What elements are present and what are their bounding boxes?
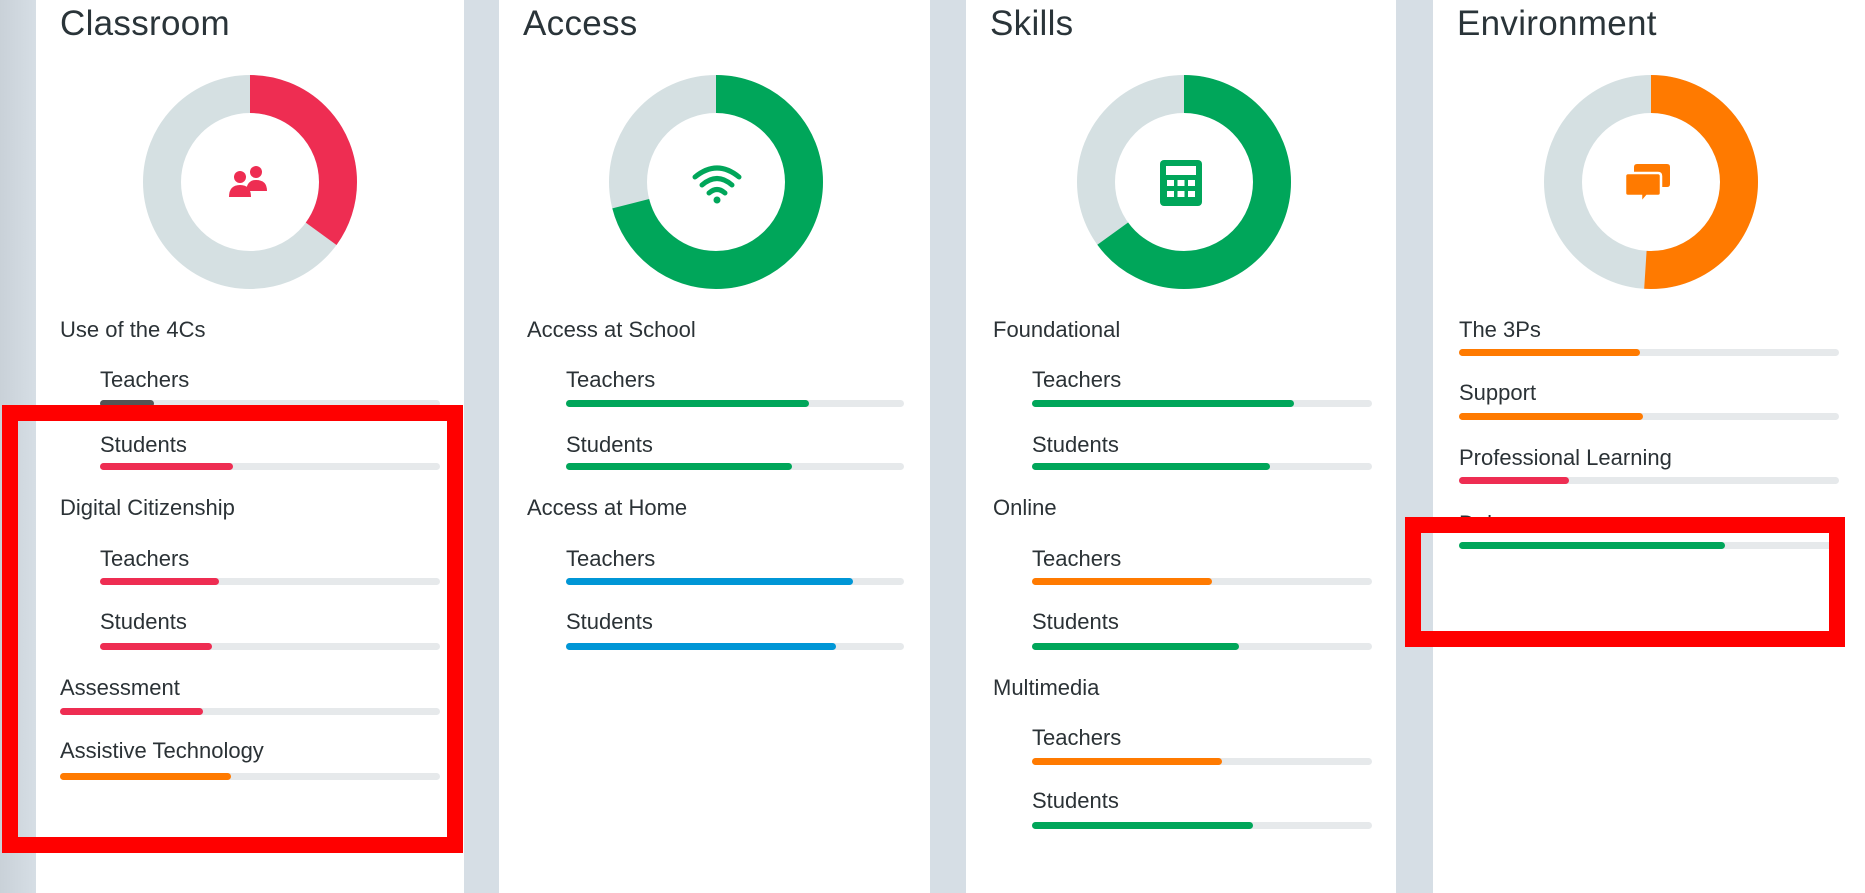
calculator-icon (1160, 160, 1202, 206)
progress-fill (1032, 758, 1223, 765)
metric-label: Professional Learning (1459, 445, 1672, 470)
progress-fill (1032, 643, 1240, 650)
progress-fill (1459, 349, 1640, 356)
chat-icon (1625, 164, 1670, 206)
progress-bar (1459, 413, 1839, 420)
metric-label: Multimedia (993, 675, 1100, 700)
wifi-icon (692, 165, 742, 204)
metric-label: Students (1032, 609, 1119, 634)
progress-fill (1459, 413, 1644, 420)
progress-bar (1032, 463, 1372, 470)
progress-bar (1032, 822, 1372, 829)
metric-label: Teachers (1032, 367, 1122, 392)
panel-title: Classroom (60, 4, 230, 43)
progress-fill (566, 463, 793, 470)
progress-bar (566, 578, 904, 585)
metric-label: Access at Home (527, 495, 688, 520)
metric-label: Support (1459, 380, 1537, 405)
progress-fill (1032, 822, 1253, 829)
progress-fill (1032, 578, 1213, 585)
panel-access: Access Access at School Teachers Student… (499, 0, 930, 893)
people-icon (229, 166, 267, 197)
panel-title: Environment (1457, 4, 1657, 43)
metric-label: Students (1032, 432, 1119, 457)
progress-bar (1032, 578, 1372, 585)
progress-bar (1459, 349, 1839, 356)
metric-label: Foundational (993, 317, 1121, 342)
highlight-box (2, 405, 463, 853)
progress-fill (566, 400, 810, 407)
panel-title: Access (523, 4, 638, 43)
metric-label: Students (566, 609, 653, 634)
metric-label: Access at School (527, 317, 696, 342)
progress-fill (1032, 463, 1270, 470)
metric-label: Students (566, 432, 653, 457)
panel-environment: Environment The 3Ps Support Professional… (1433, 0, 1865, 893)
progress-bar (1032, 643, 1372, 650)
progress-fill (1032, 400, 1294, 407)
panel-title: Skills (990, 4, 1074, 43)
metric-label: Teachers (100, 367, 190, 392)
metric-label: Online (993, 495, 1057, 520)
metric-label: Teachers (566, 546, 656, 571)
metric-label: Teachers (1032, 725, 1122, 750)
progress-fill (566, 643, 837, 650)
progress-bar (1032, 400, 1372, 407)
metric-label: Teachers (1032, 546, 1122, 571)
metric-label: Students (1032, 788, 1119, 813)
metric-label: Use of the 4Cs (60, 317, 206, 342)
metric-label: The 3Ps (1459, 317, 1541, 342)
progress-bar (566, 463, 904, 470)
progress-bar (1032, 758, 1372, 765)
progress-fill (1459, 477, 1570, 484)
progress-fill (566, 578, 854, 585)
progress-bar (566, 400, 904, 407)
panel-skills: Skills Foundational Teachers Students On… (966, 0, 1396, 893)
highlight-box (1405, 517, 1845, 647)
progress-bar (1459, 477, 1839, 484)
progress-bar (566, 643, 904, 650)
metric-label: Teachers (566, 367, 656, 392)
